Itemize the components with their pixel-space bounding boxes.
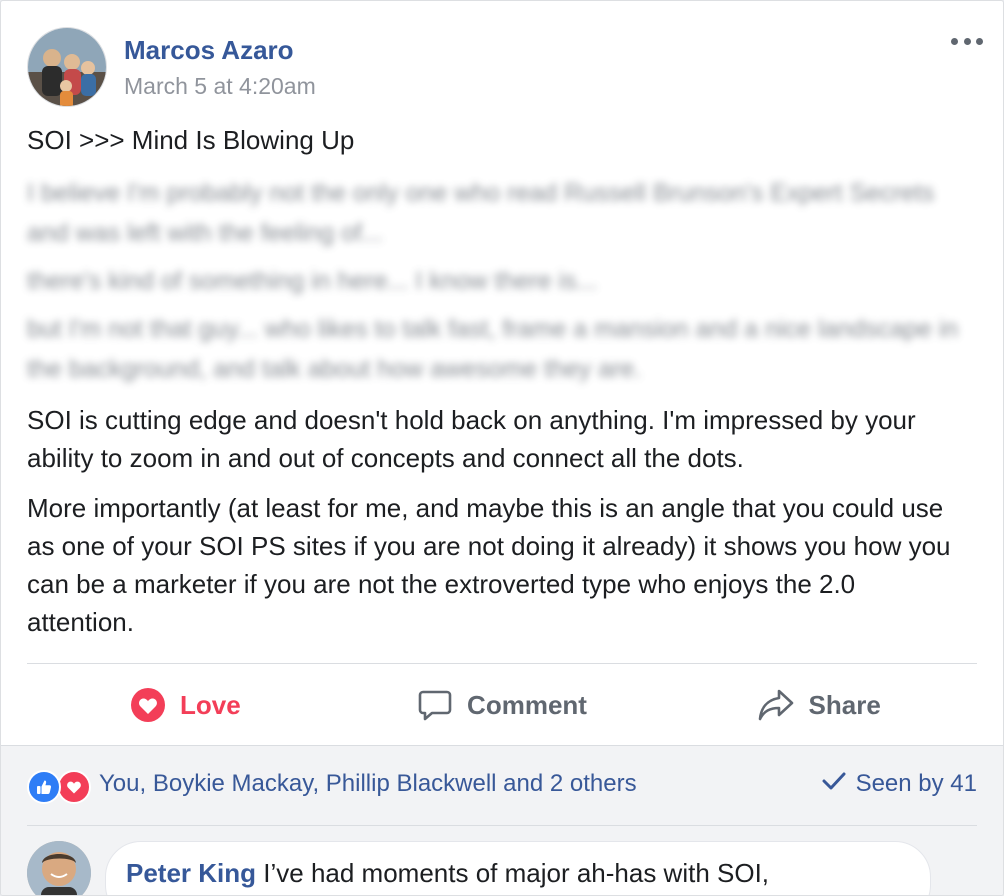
comment-author-name[interactable]: Peter King <box>126 858 256 888</box>
share-label: Share <box>808 689 881 720</box>
reaction-names-link[interactable]: You, Boykie Mackay, Phillip Blackwell an… <box>99 770 637 798</box>
love-label: Love <box>179 689 241 720</box>
divider <box>27 663 977 664</box>
love-icon <box>130 687 166 723</box>
love-button[interactable]: Love <box>27 665 344 745</box>
blurred-paragraph: but I'm not that guy... who likes to tal… <box>27 315 959 383</box>
seen-by-link[interactable]: Seen by 41 <box>822 770 977 798</box>
share-button[interactable]: Share <box>660 665 977 745</box>
post-author-name[interactable]: Marcos Azaro <box>124 35 294 66</box>
comment-button[interactable]: Comment <box>344 665 661 745</box>
blurred-paragraph: there's kind of something in here... I k… <box>27 267 598 295</box>
post-actions: Love Comment Share <box>27 665 977 745</box>
blurred-text: I believe I'm probably not the only one … <box>27 173 967 397</box>
love-icon <box>57 770 91 804</box>
author-avatar[interactable] <box>27 27 107 107</box>
divider <box>27 825 977 826</box>
checkmark-icon <box>822 770 846 798</box>
more-options-icon[interactable] <box>951 31 983 51</box>
post-header: Marcos Azaro March 5 at 4:20am <box>27 27 983 109</box>
comment-bubble: Peter King I’ve had moments of major ah-… <box>105 841 931 895</box>
like-icon <box>27 770 61 804</box>
post-timestamp[interactable]: March 5 at 4:20am <box>124 73 316 100</box>
share-icon <box>757 687 795 723</box>
post-body: SOI is cutting edge and doesn't hold bac… <box>27 401 967 653</box>
post-paragraph: More importantly (at least for me, and m… <box>27 493 951 637</box>
seen-by-label: Seen by 41 <box>855 770 977 797</box>
reaction-icons[interactable] <box>27 770 95 804</box>
comment-icon <box>417 687 453 723</box>
comments-section: Peter King I’ve had moments of major ah-… <box>1 825 1003 895</box>
post-card: Marcos Azaro March 5 at 4:20am SOI >>> M… <box>0 0 1004 896</box>
post-paragraph: SOI is cutting edge and doesn't hold bac… <box>27 405 916 473</box>
reactions-bar: You, Boykie Mackay, Phillip Blackwell an… <box>1 745 1003 825</box>
comment-label: Comment <box>467 689 587 720</box>
commenter-avatar[interactable] <box>27 841 91 895</box>
post-title: SOI >>> Mind Is Blowing Up <box>27 125 355 155</box>
comment-text: I’ve had moments of major ah-has with SO… <box>263 858 770 888</box>
blurred-paragraph: I believe I'm probably not the only one … <box>27 179 935 247</box>
